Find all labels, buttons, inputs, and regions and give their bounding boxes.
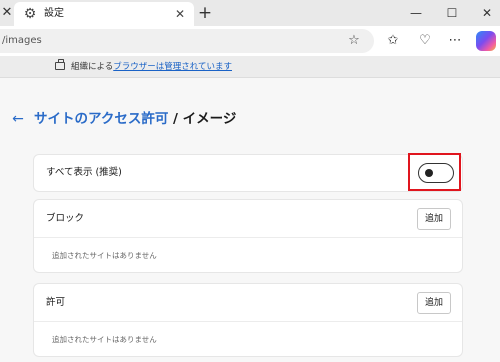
maximize-button[interactable]: ☐ — [443, 4, 461, 22]
managed-banner: 組織によるブラウザーは管理されています — [0, 56, 500, 78]
tab-title: 設定 — [44, 8, 64, 19]
star-icon[interactable]: ☆ — [346, 33, 362, 49]
more-icon[interactable]: ⋯ — [446, 32, 464, 50]
allow-add-button[interactable]: 追加 — [417, 292, 451, 314]
allow-header: 許可 追加 — [34, 284, 462, 322]
address-bar[interactable]: /images ☆ — [0, 29, 374, 53]
gear-icon: ⚙ — [23, 6, 37, 22]
tab-settings[interactable]: ⚙ 設定 ✕ — [14, 2, 194, 26]
block-section: ブロック 追加 追加されたサイトはありません — [34, 200, 462, 272]
show-all-setting: すべて表示 (推奨) — [34, 153, 462, 191]
show-all-label: すべて表示 (推奨) — [46, 167, 122, 178]
back-arrow-icon[interactable]: ← — [10, 109, 26, 129]
allow-title: 許可 — [46, 297, 66, 308]
managed-link[interactable]: ブラウザーは管理されています — [113, 62, 232, 72]
minimize-button[interactable]: — — [407, 4, 425, 22]
block-empty-text: 追加されたサイトはありません — [52, 251, 157, 260]
toggle-knob — [425, 169, 433, 177]
briefcase-icon — [55, 59, 65, 70]
managed-text: 組織によるブラウザーは管理されています — [71, 59, 232, 75]
block-add-button[interactable]: 追加 — [417, 208, 451, 230]
toolbar: /images ☆ ✩ ♡ ⋯ — [0, 26, 500, 56]
tab-close-icon[interactable]: ✕ — [172, 6, 188, 22]
breadcrumb-current: イメージ — [182, 111, 237, 127]
previous-tab-close-icon[interactable]: ✕ — [0, 4, 14, 22]
breadcrumb-separator: / — [168, 111, 183, 127]
allow-section: 許可 追加 追加されたサイトはありません — [34, 284, 462, 356]
copilot-icon[interactable] — [476, 31, 496, 51]
window-close-button[interactable]: ✕ — [478, 4, 496, 22]
breadcrumb-site-permissions[interactable]: サイトのアクセス許可 — [34, 111, 168, 127]
address-text: /images — [2, 35, 42, 46]
tab-strip: ✕ ⚙ 設定 ✕ + — ☐ ✕ — [0, 0, 500, 26]
page-title: サイトのアクセス許可 / イメージ — [34, 108, 236, 130]
browser-essentials-icon[interactable]: ♡ — [416, 32, 434, 50]
managed-prefix: 組織による — [71, 62, 114, 72]
allow-empty-text: 追加されたサイトはありません — [52, 335, 157, 344]
block-header: ブロック 追加 — [34, 200, 462, 238]
block-title: ブロック — [46, 213, 85, 224]
favorites-icon[interactable]: ✩ — [384, 32, 402, 50]
new-tab-button[interactable]: + — [196, 4, 214, 22]
show-all-toggle[interactable] — [418, 163, 454, 183]
